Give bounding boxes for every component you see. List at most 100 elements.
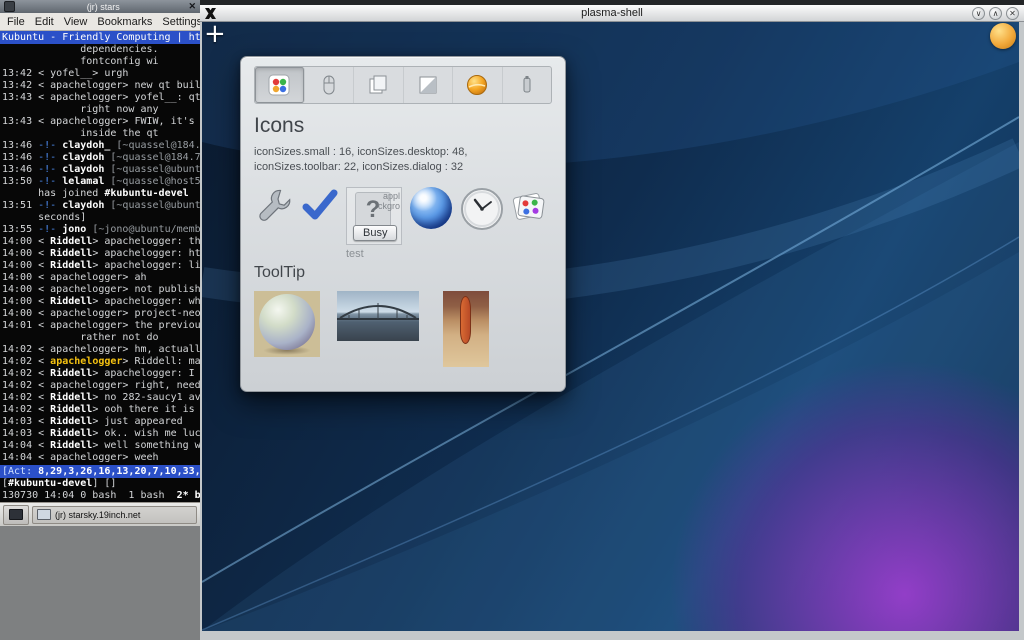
minimize-button[interactable]: ∨ [972, 7, 985, 20]
irc-line: 13:51 -!- claydoh [~quassel@ubuntu- [2, 200, 200, 212]
plasma-toolbox-icon[interactable] [990, 23, 1016, 49]
irc-messages: dependencies. fontconfig wi13:42 < yofel… [0, 44, 200, 465]
busy-widget-frame: ? appl ckgro Busy [346, 187, 402, 245]
page-title: Icons [254, 114, 552, 138]
battery-icon [516, 74, 538, 96]
irc-line: 14:00 < apachelogger> not published [2, 284, 200, 296]
x11-window-icon [205, 8, 216, 19]
taskbar-icon-button[interactable] [3, 505, 29, 525]
tab-mouse[interactable] [305, 67, 355, 103]
irc-line: 14:00 < Riddell> apachelogger: what [2, 296, 200, 308]
irc-line: 14:03 < Riddell> ok.. wish me luck [2, 428, 200, 440]
irc-line: 14:00 < apachelogger> project-neon5 [2, 308, 200, 320]
pages-icon [367, 74, 389, 96]
irc-line: 14:02 < Riddell> apachelogger: I ha [2, 368, 200, 380]
plasma-window-title: plasma-shell [200, 7, 1024, 19]
menu-item-edit[interactable]: Edit [30, 16, 59, 28]
bridge-image[interactable] [337, 291, 419, 341]
irc-line: 13:46 -!- claydoh [~quassel@ubuntu [2, 164, 200, 176]
maximize-button[interactable]: ∧ [989, 7, 1002, 20]
tab-battery[interactable] [503, 67, 552, 103]
tab-icons[interactable] [255, 67, 305, 103]
close-button[interactable]: ✕ [1006, 7, 1019, 20]
clock-icon[interactable] [460, 187, 504, 231]
busy-button[interactable]: Busy [353, 225, 397, 241]
irc-line: 14:02 < apachelogger> hm, actually [2, 344, 200, 356]
irc-line: 14:00 < Riddell> apachelogger: http [2, 248, 200, 260]
irc-line: 14:00 < apachelogger> ah [2, 272, 200, 284]
terminal-titlebar[interactable]: (jr) stars ✕ [0, 0, 200, 13]
question-busy-widget: ? appl ckgro Busy test [346, 187, 404, 260]
tooltip-images-row [254, 291, 552, 367]
irc-line: inside the qt [2, 128, 200, 140]
icon-sizes-line2: iconSizes.toolbar: 22, iconSizes.dialog … [254, 160, 552, 175]
irc-topic-bar: Kubuntu - Friendly Computing | htt [0, 31, 200, 44]
marble-sphere [259, 294, 315, 350]
busy-overlay-text: appl ckgro [378, 191, 400, 211]
wrench-icon[interactable] [254, 187, 292, 225]
monitor-icon [37, 509, 51, 520]
irc-line: 14:03 < Riddell> just appeared [2, 416, 200, 428]
tab-pager[interactable] [354, 67, 404, 103]
irc-line: 13:46 -!- claydoh_ [~quassel@184.75 [2, 140, 200, 152]
menu-item-view[interactable]: View [59, 16, 93, 28]
irc-input-bar[interactable]: [#kubuntu-devel] [] [0, 478, 200, 490]
colorful-balls-icon [268, 74, 290, 96]
irc-line: 13:43 < apachelogger> yofel__: qtwe [2, 92, 200, 104]
irc-line: 14:00 < Riddell> apachelogger: line [2, 260, 200, 272]
menu-item-bookmarks[interactable]: Bookmarks [92, 16, 157, 28]
terminal-window: (jr) stars ✕ FileEditViewBookmarksSettin… [0, 0, 200, 502]
irc-line: 14:02 < Riddell> ooh there it is [2, 404, 200, 416]
test-label: test [346, 248, 404, 260]
irc-line: seconds] [2, 212, 200, 224]
irc-line: has joined #kubuntu-devel [2, 188, 200, 200]
marble-icon[interactable] [410, 187, 452, 229]
widget-gallery-dialog: Icons iconSizes.small : 16, iconSizes.de… [240, 56, 566, 392]
screen-status-bar: 130730 14:04 0 bash 1 bash 2* bash [0, 490, 200, 502]
irc-line: 14:02 < apachelogger> right, needs [2, 380, 200, 392]
tab-frame[interactable] [404, 67, 454, 103]
irc-line: 13:46 -!- claydoh [~quassel@184.75 [2, 152, 200, 164]
irc-line: fontconfig wi [2, 56, 200, 68]
tab-globe[interactable] [453, 67, 503, 103]
terminal-title: (jr) stars [18, 2, 188, 12]
surfboard-image[interactable] [443, 291, 489, 367]
irc-line: 13:50 -!- lelamal [~quassel@host56- [2, 176, 200, 188]
icon-gallery-row: ? appl ckgro Busy test [254, 187, 552, 260]
menu-item-file[interactable]: File [2, 16, 30, 28]
icon-sizes-line1: iconSizes.small : 16, iconSizes.desktop:… [254, 145, 552, 160]
taskbar-window-button[interactable]: (jr) starsky.19inch.net [32, 506, 197, 524]
irc-line: dependencies. [2, 44, 200, 56]
plasma-titlebar[interactable]: plasma-shell ∨ ∧ ✕ [200, 5, 1024, 22]
bridge-arch [337, 291, 419, 341]
irc-line: 13:42 < apachelogger> new qt builds [2, 80, 200, 92]
marble-image[interactable] [254, 291, 320, 357]
mouse-icon [318, 74, 340, 96]
plasma-desktop[interactable]: + [200, 22, 1024, 640]
irc-activity-bar: [Act: 8,29,3,26,16,13,20,7,10,33,1 [0, 465, 200, 478]
irc-line: 14:00 < Riddell> apachelogger: this [2, 236, 200, 248]
taskbar: (jr) starsky.19inch.net [0, 502, 200, 526]
irc-line: 14:02 < apachelogger> Riddell: make [2, 356, 200, 368]
irc-line: rather not do [2, 332, 200, 344]
window-controls: ∨ ∧ ✕ [972, 7, 1019, 20]
terminal-screen[interactable]: Kubuntu - Friendly Computing | htt depen… [0, 31, 200, 502]
plasma-shell-window: plasma-shell ∨ ∧ ✕ + [200, 5, 1024, 640]
terminal-close-button[interactable]: ✕ [188, 1, 196, 12]
globe-icon [466, 74, 488, 96]
checkmark-icon[interactable] [302, 187, 338, 223]
menu-item-settings[interactable]: Settings [157, 16, 200, 28]
irc-line: 14:04 < apachelogger> weeh [2, 452, 200, 464]
terminal-icon [9, 509, 23, 520]
irc-line: 13:55 -!- jono [~jono@ubuntu/member [2, 224, 200, 236]
desktop-icons-icon[interactable] [510, 187, 550, 227]
terminal-window-icon [4, 1, 15, 12]
irc-line: 14:01 < apachelogger> the previous [2, 320, 200, 332]
dialog-tabbar [254, 66, 552, 104]
frame-icon [417, 74, 439, 96]
irc-line: 14:04 < Riddell> well something wor [2, 440, 200, 452]
terminal-menubar: FileEditViewBookmarksSettings [0, 13, 200, 31]
icon-sizes-text: iconSizes.small : 16, iconSizes.desktop:… [254, 145, 552, 175]
irc-line: 13:43 < apachelogger> FWIW, it's ex [2, 116, 200, 128]
taskbar-window-label: (jr) starsky.19inch.net [55, 510, 140, 520]
